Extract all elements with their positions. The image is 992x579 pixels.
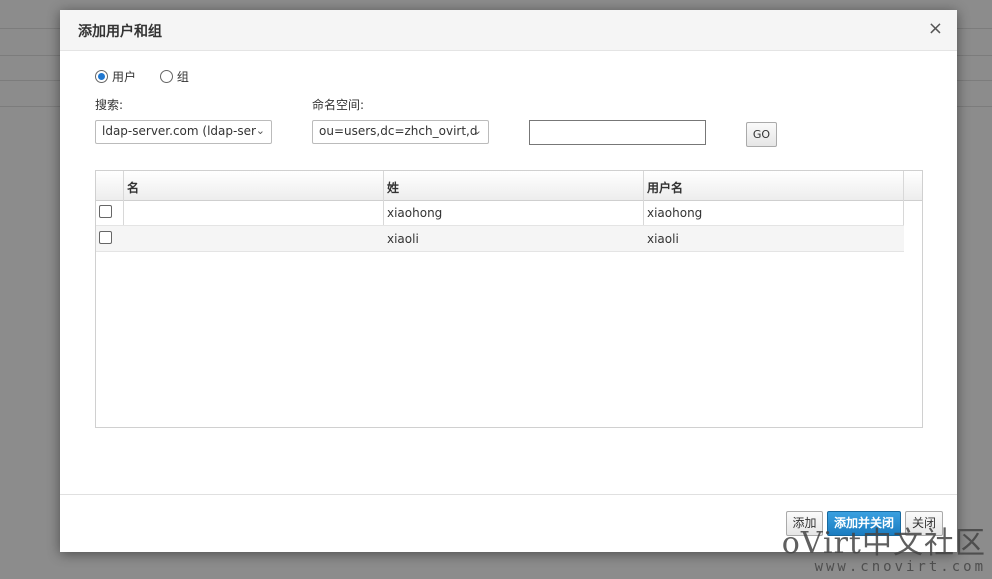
site-watermark: oVirt中文社区 www.cnovirt.com [781, 526, 986, 576]
chevron-down-icon: ⌄ [255, 124, 265, 137]
namespace-select[interactable]: ou=users,dc=zhch_ovirt,d ⌄ [312, 120, 489, 144]
chevron-down-icon: ⌄ [472, 124, 482, 137]
radio-button[interactable] [95, 70, 108, 83]
table-header: 名 姓 用户名 [96, 171, 922, 201]
search-provider-select[interactable]: ldap-server.com (ldap-ser ⌄ [95, 120, 272, 144]
cell-username: xiaohong [647, 206, 703, 220]
footer-divider [60, 494, 957, 495]
namespace-value: ou=users,dc=zhch_ovirt,d [319, 124, 478, 138]
watermark-title: oVirt中文社区 [781, 526, 986, 561]
radio-button[interactable] [159, 70, 173, 83]
search-provider-value: ldap-server.com (ldap-ser [102, 124, 256, 138]
radio-label: 用户 [112, 70, 137, 84]
go-button[interactable]: GO [746, 122, 777, 147]
column-header-first-name[interactable]: 名 [127, 179, 139, 196]
radio-users[interactable]: 用户 [95, 68, 136, 85]
search-query-input[interactable] [529, 120, 706, 145]
column-header-username[interactable]: 用户名 [647, 179, 683, 196]
column-header-last-name[interactable]: 姓 [387, 179, 399, 196]
dialog-title: 添加用户和组 [78, 24, 162, 40]
row-checkbox[interactable] [99, 231, 112, 244]
type-radio-group: 用户 组 [95, 68, 209, 86]
close-icon[interactable]: × [928, 18, 943, 39]
cell-last-name: xiaoli [387, 232, 419, 246]
radio-label: 组 [176, 70, 189, 84]
results-table: 名 姓 用户名 xiaohong xiaohong xiaoli xiaoli [95, 170, 923, 428]
add-users-groups-dialog: 添加用户和组 × 用户 组 搜索: ldap-server.com (ldap-… [60, 10, 957, 552]
cell-username: xiaoli [647, 232, 679, 246]
cell-last-name: xiaohong [387, 206, 443, 220]
radio-groups[interactable]: 组 [159, 68, 189, 85]
table-row[interactable]: xiaoli xiaoli [96, 226, 904, 252]
search-label: 搜索: [95, 98, 124, 112]
dialog-header: 添加用户和组 × [60, 10, 957, 51]
watermark-url: www.cnovirt.com [814, 559, 986, 575]
table-row[interactable]: xiaohong xiaohong [96, 200, 904, 226]
namespace-label: 命名空间: [312, 98, 365, 112]
row-checkbox[interactable] [99, 205, 112, 218]
